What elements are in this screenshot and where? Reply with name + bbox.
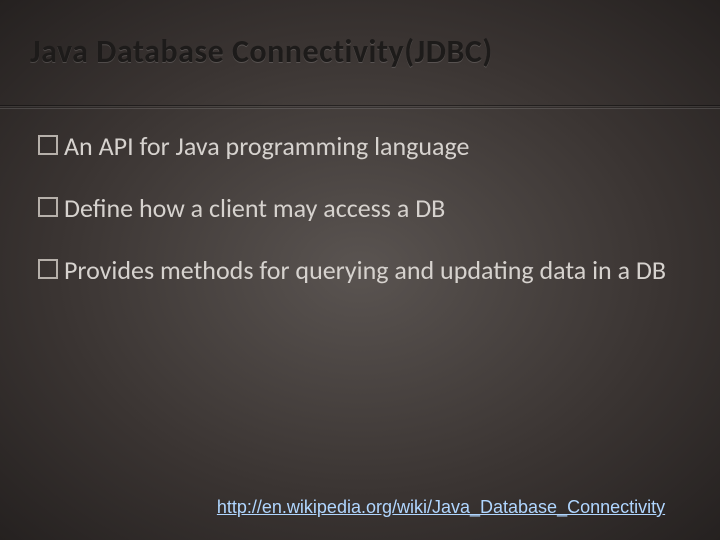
bullet-square-icon	[38, 135, 58, 155]
slide-title: Java Database Connectivity(JDBC)	[30, 32, 690, 71]
title-divider	[0, 105, 720, 109]
bullet-first-word: Define	[64, 192, 133, 224]
bullet-item: Provides methods for querying and updati…	[38, 254, 682, 288]
bullet-square-icon	[38, 259, 58, 279]
content-area: An API for Java programming language Def…	[38, 130, 682, 315]
slide: Java Database Connectivity(JDBC) An API …	[0, 0, 720, 540]
bullet-rest: methods for querying and updating data i…	[154, 254, 666, 286]
footer-link-area: http://en.wikipedia.org/wiki/Java_Databa…	[0, 497, 682, 518]
bullet-rest: how a client may access a DB	[133, 192, 445, 224]
title-band: Java Database Connectivity(JDBC)	[0, 20, 720, 89]
bullet-square-icon	[38, 197, 58, 217]
bullet-item: An API for Java programming language	[38, 130, 682, 164]
bullet-rest: API for Java programming language	[93, 130, 470, 162]
bullet-item: Define how a client may access a DB	[38, 192, 682, 226]
reference-link[interactable]: http://en.wikipedia.org/wiki/Java_Databa…	[217, 497, 665, 517]
bullet-first-word: Provides	[64, 254, 154, 286]
bullet-first-word: An	[64, 130, 93, 162]
